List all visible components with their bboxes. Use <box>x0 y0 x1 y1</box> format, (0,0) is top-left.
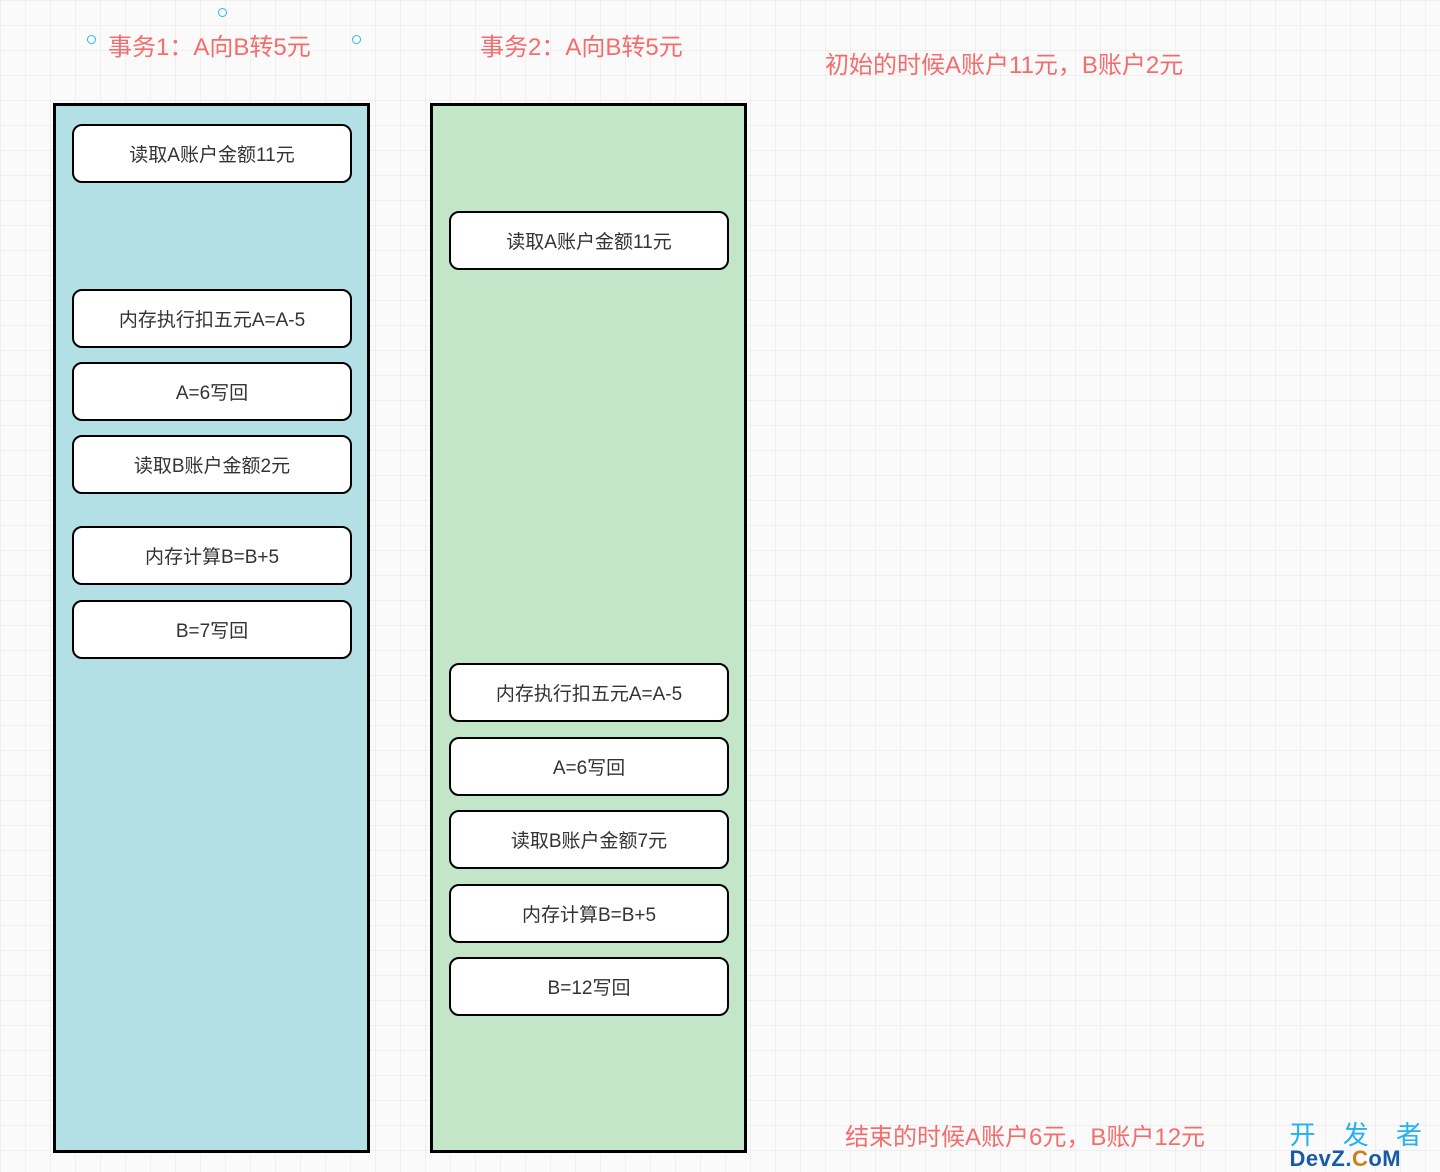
tx1-step-6: B=7写回 <box>72 600 352 659</box>
watermark-en-part: oM <box>1368 1146 1401 1171</box>
tx2-step-2: 内存执行扣五元A=A-5 <box>449 663 729 722</box>
watermark: 开 发 者 DevZ.CoM <box>1290 1122 1432 1170</box>
tx1-title: 事务1：A向B转5元 <box>108 27 311 62</box>
selection-handle-icon <box>352 35 361 44</box>
watermark-cn: 开 发 者 <box>1290 1122 1432 1148</box>
tx1-block: 读取A账户金额11元内存执行扣五元A=A-5 A=6写回读取B账户金额2元内存计算… <box>53 103 370 1153</box>
tx2-step-1: 读取A账户金额11元 <box>449 211 729 270</box>
watermark-en: DevZ.CoM <box>1290 1148 1432 1170</box>
tx1-step-5: 内存计算B=B+5 <box>72 526 352 585</box>
tx2-step-3: A=6写回 <box>449 737 729 796</box>
tx2-step-4: 读取B账户金额7元 <box>449 810 729 869</box>
tx1-step-4: 读取B账户金额2元 <box>72 435 352 494</box>
initial-note: 初始的时候A账户11元，B账户2元 <box>825 45 1183 80</box>
final-note: 结束的时候A账户6元，B账户12元 <box>845 1117 1205 1152</box>
tx2-step-6: B=12写回 <box>449 957 729 1016</box>
watermark-en-part: . <box>1345 1146 1352 1171</box>
tx1-step-2: 内存执行扣五元A=A-5 <box>72 289 352 348</box>
tx2-title: 事务2：A向B转5元 <box>480 27 683 62</box>
watermark-en-part: C <box>1352 1146 1368 1171</box>
tx2-step-5: 内存计算B=B+5 <box>449 884 729 943</box>
tx1-step-3: A=6写回 <box>72 362 352 421</box>
selection-handle-icon <box>87 35 96 44</box>
tx1-step-1: 读取A账户金额11元 <box>72 124 352 183</box>
selection-handle-icon <box>218 8 227 17</box>
tx2-block: 读取A账户金额11元内存执行扣五元A=A-5 A=6写回读取B账户金额7元内存计算… <box>430 103 747 1153</box>
watermark-en-part: DevZ <box>1290 1146 1346 1171</box>
